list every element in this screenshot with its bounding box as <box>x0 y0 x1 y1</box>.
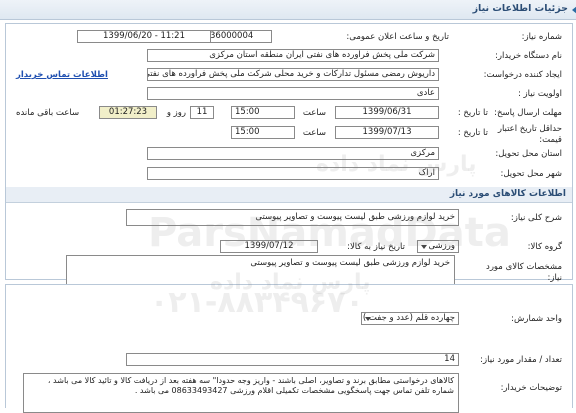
price-validity-time-field[interactable]: 15:00 <box>231 126 295 139</box>
need-date-label: تاریخ نیاز به کالا: <box>347 242 405 252</box>
goods-group-select[interactable]: ورزشی <box>417 240 459 253</box>
remaining-time-field: 01:27:23 <box>99 106 157 119</box>
unit-select[interactable]: چهارده قلم (عدد و جفت ) <box>361 312 459 325</box>
goods-section-header: اطلاعات کالاهای مورد نیاز <box>6 187 572 203</box>
need-number-label: شماره نیاز: <box>521 32 562 42</box>
buyer-org-label: نام دستگاه خریدار: <box>495 51 562 61</box>
delivery-city-field[interactable]: اراک <box>147 167 439 180</box>
remaining-time-label: ساعت باقی مانده <box>16 108 80 118</box>
need-date-field[interactable]: 1399/07/12 <box>220 240 318 253</box>
quantity-field[interactable]: 14 <box>126 353 459 366</box>
page-title: جزئیات اطلاعات نیاز <box>472 3 568 14</box>
goods-section-title: اطلاعات کالاهای مورد نیاز <box>449 189 566 199</box>
response-time-field[interactable]: 15:00 <box>231 106 295 119</box>
buyer-org-field[interactable]: شرکت ملی پخش فرآورده های نفتی ایران منطق… <box>147 49 439 62</box>
overall-desc-field[interactable]: خرید لوازم ورزشی طبق لیست پیوست و تصاویر… <box>126 209 459 226</box>
remaining-days-field[interactable]: 11 <box>190 106 214 119</box>
goods-group-label: گروه کالا: <box>527 242 562 252</box>
goods-details-panel: واحد شمارش: چهارده قلم (عدد و جفت ) تعدا… <box>5 284 573 413</box>
chevron-down-icon <box>365 317 371 321</box>
need-info-panel: شماره نیاز: 1299091536000004 تاریخ و ساع… <box>5 23 573 283</box>
need-details-page: جزئیات اطلاعات نیاز شماره نیاز: 12990915… <box>0 0 576 413</box>
announce-datetime-label: تاریخ و ساعت اعلان عمومی: <box>346 32 449 42</box>
price-validity-date-field[interactable]: 1399/07/13 <box>335 126 439 139</box>
header-arrow-icon <box>572 6 576 14</box>
unit-label: واحد شمارش: <box>511 314 562 324</box>
priority-label: اولویت نیاز : <box>517 89 562 99</box>
price-to-date-label: تا تاریخ : <box>457 128 488 138</box>
response-date-field[interactable]: 1399/06/31 <box>335 106 439 119</box>
response-time-label: ساعت <box>302 108 326 118</box>
buyer-notes-label: توضیحات خریدار: <box>500 383 562 393</box>
priority-field[interactable]: عادی <box>147 87 439 100</box>
goods-group-value: ورزشی <box>428 241 455 251</box>
response-deadline-label: مهلت ارسال پاسخ: <box>494 108 562 118</box>
delivery-province-field[interactable]: مرکزی <box>147 147 439 160</box>
price-time-label: ساعت <box>302 128 326 138</box>
unit-value: چهارده قلم (عدد و جفت ) <box>362 313 455 323</box>
response-to-date-label: تا تاریخ : <box>457 108 488 118</box>
price-validity-label: حداقل تاریخ اعتبار قیمت: <box>497 124 562 145</box>
quantity-label: تعداد / مقدار مورد نیاز: <box>480 355 562 365</box>
delivery-province-label: استان محل تحویل: <box>495 149 562 159</box>
requester-label: ایجاد کننده درخواست: <box>483 70 562 80</box>
page-header: جزئیات اطلاعات نیاز <box>0 0 576 20</box>
announce-datetime-field[interactable]: 1399/06/20 - 11:21 <box>77 30 211 43</box>
delivery-city-label: شهر محل تحویل: <box>500 169 562 179</box>
buyer-contact-link[interactable]: اطلاعات تماس خریدار <box>16 70 108 80</box>
requester-field[interactable]: داریوش رمضی مسئول تدارکات و خرید محلی شر… <box>147 68 439 81</box>
goods-spec-label: مشخصات کالای مورد نیاز: <box>486 262 562 283</box>
days-label: روز و <box>166 108 186 118</box>
buyer-notes-field[interactable]: کالاهای درخواستی مطابق برند و تصاویر، اص… <box>23 373 459 413</box>
chevron-down-icon <box>421 245 427 249</box>
overall-desc-label: شرح کلی نیاز: <box>510 213 562 223</box>
